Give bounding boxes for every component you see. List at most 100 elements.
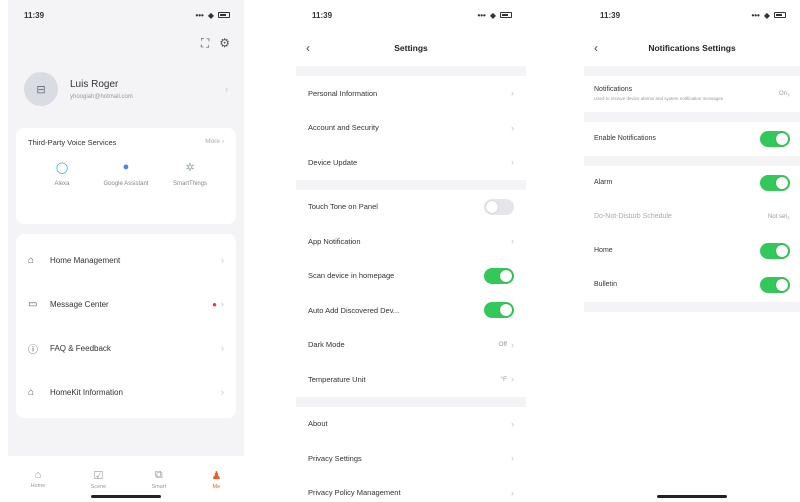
enable-group: Enable Notifications	[584, 121, 800, 156]
smart-tab-icon: ⧉	[154, 468, 163, 481]
home-tab-icon: ⌂	[34, 469, 42, 481]
auto-add-toggle[interactable]	[484, 302, 514, 319]
status-time: 11:39	[24, 10, 45, 20]
settings-row-scan-device: Scan device in homepage	[296, 259, 526, 294]
scan-icon[interactable]: ⛶	[201, 37, 209, 49]
tab-home[interactable]: ⌂ Home	[31, 469, 46, 489]
bulletin-toggle[interactable]	[760, 276, 790, 293]
chevron-right-icon: ›	[511, 453, 514, 464]
settings-row-temperature-unit[interactable]: Temperature Unit °F ›	[296, 362, 526, 397]
chevron-right-icon: ›	[221, 343, 224, 353]
enable-notifications-toggle[interactable]	[760, 130, 790, 147]
chevron-right-icon: ›	[511, 339, 514, 350]
google-assistant-icon: ●	[122, 161, 130, 173]
settings-row-privacy-policy[interactable]: Privacy Policy Management ›	[296, 476, 526, 502]
voice-item-label: Google Assistant	[103, 181, 149, 187]
scan-device-toggle[interactable]	[484, 267, 514, 284]
settings-row-account-security[interactable]: Account and Security ›	[296, 111, 526, 146]
notifications-settings-screen: 11:39 ••• ◆ ‹ Notifications Settings Noti…	[584, 0, 800, 502]
voice-item-smartthings[interactable]: ✲ SmartThings	[160, 161, 220, 187]
top-actions: ⛶ ⚙	[8, 30, 244, 56]
menu-item-faq-feedback[interactable]: ⓘ FAQ & Feedback ›	[16, 326, 236, 370]
chevron-right-icon: ›	[511, 418, 514, 429]
settings-row-privacy-settings[interactable]: Privacy Settings ›	[296, 441, 526, 476]
notifications-value: On	[778, 90, 787, 97]
profile-email: yhoogiah@hotmail.com	[70, 93, 133, 100]
profile-row[interactable]: ⊟ Luis Roger yhoogiah@hotmail.com ›	[8, 56, 244, 122]
voice-more-link[interactable]: More ›	[205, 138, 224, 147]
dnd-schedule-row[interactable]: Do-Not-Disturb Schedule Not set ›	[584, 199, 800, 234]
notifications-row[interactable]: Notifications Used to receive device ala…	[584, 76, 800, 112]
homekit-icon: ⌂	[28, 386, 35, 398]
back-icon[interactable]: ‹	[594, 41, 598, 55]
signal-icon: •••	[751, 10, 760, 20]
voice-services-card: Third-Party Voice Services More › ◯ Alex…	[16, 128, 236, 224]
enable-notifications-row: Enable Notifications	[584, 121, 800, 156]
status-bar: 11:39 ••• ◆	[584, 0, 800, 30]
voice-item-alexa[interactable]: ◯ Alexa	[32, 161, 92, 187]
chevron-right-icon: ›	[221, 255, 224, 265]
settings-row-app-notification[interactable]: App Notification ›	[296, 224, 526, 259]
home-indicator	[91, 495, 161, 498]
menu-item-home-management[interactable]: ⌂ Home Management ›	[16, 238, 236, 282]
dark-mode-value: Off	[498, 341, 507, 349]
settings-row-personal-information[interactable]: Personal Information ›	[296, 76, 526, 111]
alexa-icon: ◯	[55, 162, 69, 174]
touch-tone-toggle[interactable]	[484, 198, 514, 215]
tab-me[interactable]: ♟ Me	[211, 469, 221, 490]
page-title: Settings	[394, 43, 428, 53]
settings-row-dark-mode[interactable]: Dark Mode Off ›	[296, 328, 526, 363]
me-menu: ⌂ Home Management › ▭ Message Center ● ›…	[16, 234, 236, 418]
help-icon: ⓘ	[28, 344, 38, 356]
settings-row-auto-add: Auto Add Discovered Dev...	[296, 293, 526, 328]
gear-icon[interactable]: ⚙	[219, 37, 230, 49]
empty-area	[584, 311, 800, 502]
back-icon[interactable]: ‹	[306, 41, 310, 55]
home-toggle[interactable]	[760, 242, 790, 259]
bulletin-row: Bulletin	[584, 267, 800, 302]
voice-item-google-assistant[interactable]: ● Google Assistant	[96, 161, 156, 187]
voice-item-label: SmartThings	[172, 181, 207, 187]
chevron-right-icon: ›	[511, 157, 514, 168]
chevron-right-icon: ›	[511, 88, 514, 99]
wifi-icon: ◆	[489, 10, 496, 20]
me-tab-icon: ♟	[211, 469, 222, 482]
settings-row-device-update[interactable]: Device Update ›	[296, 145, 526, 180]
alarm-toggle[interactable]	[760, 174, 790, 191]
settings-group-about: About › Privacy Settings › Privacy Policy …	[296, 406, 526, 502]
settings-group-account: Personal Information › Account and Securi…	[296, 76, 526, 180]
chevron-right-icon: ›	[511, 236, 514, 247]
battery-icon	[218, 12, 230, 18]
home-indicator	[657, 495, 727, 498]
scene-tab-icon: ☑	[93, 469, 104, 482]
avatar: ⊟	[24, 72, 58, 106]
notifications-label: Notifications	[594, 86, 633, 93]
alarm-row: Alarm	[584, 165, 800, 200]
smartthings-icon: ✲	[185, 162, 195, 174]
status-bar: 11:39 ••• ◆	[8, 0, 244, 30]
tab-scene[interactable]: ☑ Scene	[91, 469, 107, 490]
stage: 11:39 ••• ◆ ⛶ ⚙ ⊟ Luis Roger yhoogiah@hot…	[0, 0, 800, 502]
temperature-unit-value: °F	[500, 375, 507, 383]
status-time: 11:39	[600, 10, 621, 20]
voice-item-label: Alexa	[54, 181, 70, 187]
battery-icon	[500, 12, 512, 18]
settings-group-preferences: Touch Tone on Panel App Notification › Sc…	[296, 189, 526, 397]
menu-item-message-center[interactable]: ▭ Message Center ● ›	[16, 282, 236, 326]
tab-smart[interactable]: ⧉ Smart	[151, 469, 166, 490]
signal-icon: •••	[195, 10, 204, 20]
menu-item-homekit-information[interactable]: ⌂ HomeKit Information ›	[16, 370, 236, 414]
settings-row-about[interactable]: About ›	[296, 407, 526, 442]
voice-services-title: Third-Party Voice Services	[28, 138, 117, 147]
message-icon: ▭	[28, 298, 38, 310]
wifi-icon: ◆	[763, 10, 770, 20]
battery-icon	[774, 12, 786, 18]
home-row: Home	[584, 233, 800, 268]
status-bar: 11:39 ••• ◆	[296, 0, 526, 30]
wifi-icon: ◆	[207, 10, 214, 20]
page-title: Notifications Settings	[648, 43, 736, 53]
chevron-right-icon: ›	[787, 211, 790, 222]
notifications-description: Used to receive device alarms and system…	[594, 96, 724, 101]
status-time: 11:39	[312, 10, 333, 20]
notification-types-group: Alarm Do-Not-Disturb Schedule Not set › Ho…	[584, 165, 800, 302]
